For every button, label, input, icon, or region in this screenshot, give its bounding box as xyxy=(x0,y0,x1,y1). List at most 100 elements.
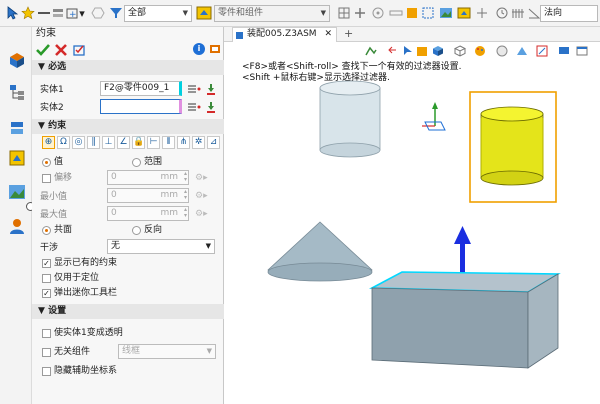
transparent-cylinder[interactable] xyxy=(319,80,381,158)
tree-icon[interactable] xyxy=(8,83,26,101)
offset-value: 0 xyxy=(111,172,117,182)
assembly-icon[interactable] xyxy=(8,51,26,69)
center-icon: ⫴ xyxy=(166,137,171,147)
symmetry-constraint-button[interactable]: ⋔ xyxy=(177,136,190,149)
info-icon: i xyxy=(197,44,201,53)
selected-yellow-cylinder[interactable] xyxy=(480,106,544,186)
ruler-icon[interactable] xyxy=(388,5,404,21)
chevron-down-icon[interactable]: ▾ xyxy=(78,5,86,21)
grid-icon[interactable] xyxy=(336,5,352,21)
select-box-icon[interactable] xyxy=(420,5,436,21)
hexagon-icon[interactable] xyxy=(90,5,106,21)
offset-unit: mm xyxy=(160,172,178,182)
entity1-pick-icon[interactable] xyxy=(205,83,217,95)
component-orange-icon[interactable] xyxy=(404,5,420,21)
gear-constraint-button[interactable]: ✲ xyxy=(192,136,205,149)
snap-icon[interactable] xyxy=(370,5,386,21)
offset-field[interactable]: 0 mm ▴ ▾ xyxy=(107,170,189,185)
path-icon: ⊿ xyxy=(209,137,218,147)
distance-constraint-button[interactable]: ⊢ xyxy=(147,136,160,149)
path-constraint-button[interactable]: ⊿ xyxy=(207,136,220,149)
tangent-icon: Ω xyxy=(60,137,67,147)
offset-dropdown-icon[interactable]: ⚙▸ xyxy=(195,172,208,184)
perpendicular-icon: ⊥ xyxy=(104,137,113,147)
section-constraint-label: 约束 xyxy=(48,121,67,131)
filter-select[interactable]: 全部 ▼ xyxy=(124,5,192,22)
history-icon[interactable] xyxy=(494,5,510,21)
spinner-icon: ▴ ▾ xyxy=(183,188,187,201)
section-settings[interactable]: ▼ 设置 xyxy=(32,304,224,319)
transparent-checkbox[interactable] xyxy=(42,329,51,338)
locate-only-label: 仅用于定位 xyxy=(54,273,100,283)
picture-rail-icon[interactable] xyxy=(8,183,26,201)
scene-canvas xyxy=(267,80,561,369)
part-rail-icon[interactable] xyxy=(8,149,26,167)
box-part[interactable] xyxy=(368,271,561,369)
tangent-constraint-button[interactable]: Ω xyxy=(57,136,70,149)
cone-part[interactable] xyxy=(267,221,373,282)
interference-select[interactable]: 无 ▼ xyxy=(107,239,215,254)
document-tab[interactable]: 装配005.Z3ASM ✕ xyxy=(232,27,337,42)
min-dropdown-icon[interactable]: ⚙▸ xyxy=(195,190,208,202)
entity1-list-icon[interactable] xyxy=(187,83,201,95)
locate-only-checkbox[interactable] xyxy=(42,274,51,283)
cancel-button[interactable] xyxy=(54,43,68,57)
wireframe-value: 线框 xyxy=(122,346,141,356)
3d-viewport[interactable]: <F8>或者<Shift-roll> 查找下一个有效的过滤器设置. <Shift… xyxy=(224,42,600,404)
pick-cursor-icon[interactable] xyxy=(4,5,20,21)
show-existing-checkbox[interactable]: ✓ xyxy=(42,259,51,268)
concentric-icon: ◎ xyxy=(74,137,83,147)
apply-button[interactable] xyxy=(72,43,86,57)
hide-aux-checkbox[interactable] xyxy=(42,367,51,376)
image-select-icon[interactable] xyxy=(456,5,472,21)
normal-select[interactable]: 法向 xyxy=(540,5,598,22)
plus-grid-icon[interactable] xyxy=(474,5,490,21)
parallel-constraint-button[interactable]: ∥ xyxy=(87,136,100,149)
wireframe-select[interactable]: 线框 ▼ xyxy=(118,344,216,359)
chevron-down-icon: ▼ xyxy=(205,242,211,250)
coplanar-radio-label: 共面 xyxy=(54,225,73,235)
layers-rail-icon[interactable] xyxy=(8,119,26,137)
ok-button[interactable] xyxy=(36,43,50,57)
filter-funnel-icon[interactable] xyxy=(108,5,124,21)
star-filter-icon[interactable] xyxy=(20,5,36,21)
coplanar-radio[interactable] xyxy=(42,226,51,235)
user-rail-icon[interactable] xyxy=(8,217,26,235)
entity1-field[interactable]: F2@零件009_1 xyxy=(100,81,182,96)
component-filter-icon[interactable] xyxy=(196,5,212,21)
entity2-field[interactable] xyxy=(100,99,182,114)
entity2-pick-icon[interactable] xyxy=(205,101,217,113)
component-filter-value: 零件和组件 xyxy=(218,8,264,18)
close-tab-button[interactable]: ✕ xyxy=(324,28,332,41)
fence-icon[interactable] xyxy=(510,5,526,21)
max-dropdown-icon[interactable]: ⚙▸ xyxy=(195,208,208,220)
info-button[interactable]: i xyxy=(193,43,205,55)
value-radio[interactable] xyxy=(42,158,51,167)
max-field[interactable]: 0 mm ▴ ▾ xyxy=(107,206,189,221)
min-field[interactable]: 0 mm ▴ ▾ xyxy=(107,188,189,203)
popup-toolbar-checkbox[interactable]: ✓ xyxy=(42,289,51,298)
concentric-constraint-button[interactable]: ◎ xyxy=(72,136,85,149)
entity2-list-icon[interactable] xyxy=(187,101,201,113)
offset-checkbox[interactable] xyxy=(42,174,51,183)
perpendicular-constraint-button[interactable]: ⊥ xyxy=(102,136,115,149)
component-filter-select[interactable]: 零件和组件 ▼ xyxy=(214,5,330,22)
angle-constraint-button[interactable]: ∠ xyxy=(117,136,130,149)
coincident-constraint-button[interactable]: ⊕ xyxy=(42,136,55,149)
symmetry-icon: ⋔ xyxy=(179,137,188,147)
reverse-radio[interactable] xyxy=(132,226,141,235)
section-required[interactable]: ▼ 必选 xyxy=(32,60,224,75)
irrelevant-checkbox[interactable] xyxy=(42,348,51,357)
image-icon[interactable] xyxy=(438,5,454,21)
add-tab-button[interactable]: + xyxy=(344,27,353,41)
spinner-icon: ▴ ▾ xyxy=(183,206,187,219)
pin-icon[interactable] xyxy=(209,43,221,55)
reverse-radio-label: 反向 xyxy=(144,225,163,235)
arrows-icon[interactable] xyxy=(352,5,368,21)
lock-constraint-button[interactable]: 🔒 xyxy=(132,136,145,149)
chevron-down-icon: ▼ xyxy=(182,9,188,17)
section-constraint[interactable]: ▼ 约束 xyxy=(32,119,224,134)
range-radio[interactable] xyxy=(132,158,141,167)
offset-label: 偏移 xyxy=(54,173,73,183)
center-constraint-button[interactable]: ⫴ xyxy=(162,136,175,149)
